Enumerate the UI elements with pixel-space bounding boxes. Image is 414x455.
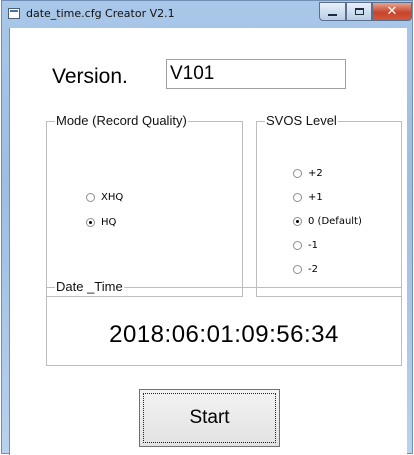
mode-group: Mode (Record Quality) XHQ HQ <box>46 113 243 297</box>
radio-dot <box>293 241 302 250</box>
radio-svos-minus2[interactable]: -2 <box>293 264 318 275</box>
mode-group-legend: Mode (Record Quality) <box>55 113 188 129</box>
radio-svos-plus1[interactable]: +1 <box>293 192 323 203</box>
svos-group: SVOS Level +2 +1 0 (Default) -1 -2 <box>256 113 402 297</box>
radio-label: 0 (Default) <box>308 216 362 227</box>
radio-svos-0[interactable]: 0 (Default) <box>293 216 362 227</box>
radio-xhq[interactable]: XHQ <box>86 192 123 203</box>
radio-label: XHQ <box>101 192 124 203</box>
client-area: Version. Mode (Record Quality) XHQ HQ SV… <box>9 28 407 455</box>
close-icon: ✕ <box>386 4 398 19</box>
minimize-icon <box>328 13 337 16</box>
radio-hq[interactable]: HQ <box>86 217 116 228</box>
datetime-group: Date _Time 2018:06:01:09:56:34 <box>46 279 402 366</box>
window-title: date_time.cfg Creator V2.1 <box>26 7 175 20</box>
title-bar[interactable]: date_time.cfg Creator V2.1 ✕ <box>2 1 412 27</box>
app-icon[interactable] <box>8 8 20 19</box>
start-button[interactable]: Start <box>139 389 280 447</box>
radio-label: +2 <box>308 168 323 179</box>
radio-dot <box>293 193 302 202</box>
radio-dot <box>293 265 302 274</box>
maximize-button[interactable] <box>346 2 372 21</box>
radio-label: +1 <box>308 192 323 203</box>
svos-group-legend: SVOS Level <box>265 113 338 129</box>
radio-label: HQ <box>101 217 117 228</box>
radio-label: -2 <box>308 264 318 275</box>
start-button-label: Start <box>189 407 230 428</box>
app-window: date_time.cfg Creator V2.1 ✕ Version. Mo… <box>1 0 413 455</box>
datetime-value: 2018:06:01:09:56:34 <box>109 321 339 348</box>
minimize-button[interactable] <box>319 2 346 21</box>
radio-svos-plus2[interactable]: +2 <box>293 168 323 179</box>
close-button[interactable]: ✕ <box>372 2 412 21</box>
version-input[interactable] <box>166 59 346 89</box>
maximize-icon <box>354 8 364 15</box>
datetime-group-legend: Date _Time <box>55 279 124 295</box>
radio-dot <box>86 193 95 202</box>
radio-label: -1 <box>308 240 318 251</box>
radio-dot-selected <box>86 218 95 227</box>
radio-dot-selected <box>293 217 302 226</box>
radio-dot <box>293 169 302 178</box>
radio-svos-minus1[interactable]: -1 <box>293 240 318 251</box>
version-label: Version. <box>52 65 128 88</box>
